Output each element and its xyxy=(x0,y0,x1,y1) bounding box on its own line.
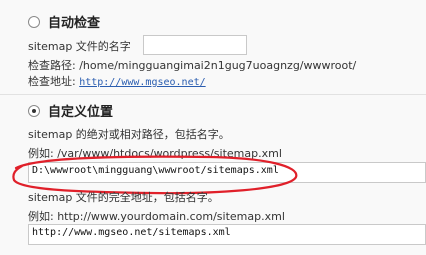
custom-url-hint: sitemap 文件的完全地址，包括名字。 xyxy=(28,191,219,204)
custom-url-input[interactable]: http://www.mgseo.net/sitemaps.xml xyxy=(28,224,426,245)
custom-url-example: 例如: http://www.yourdomain.com/sitemap.xm… xyxy=(28,210,285,223)
